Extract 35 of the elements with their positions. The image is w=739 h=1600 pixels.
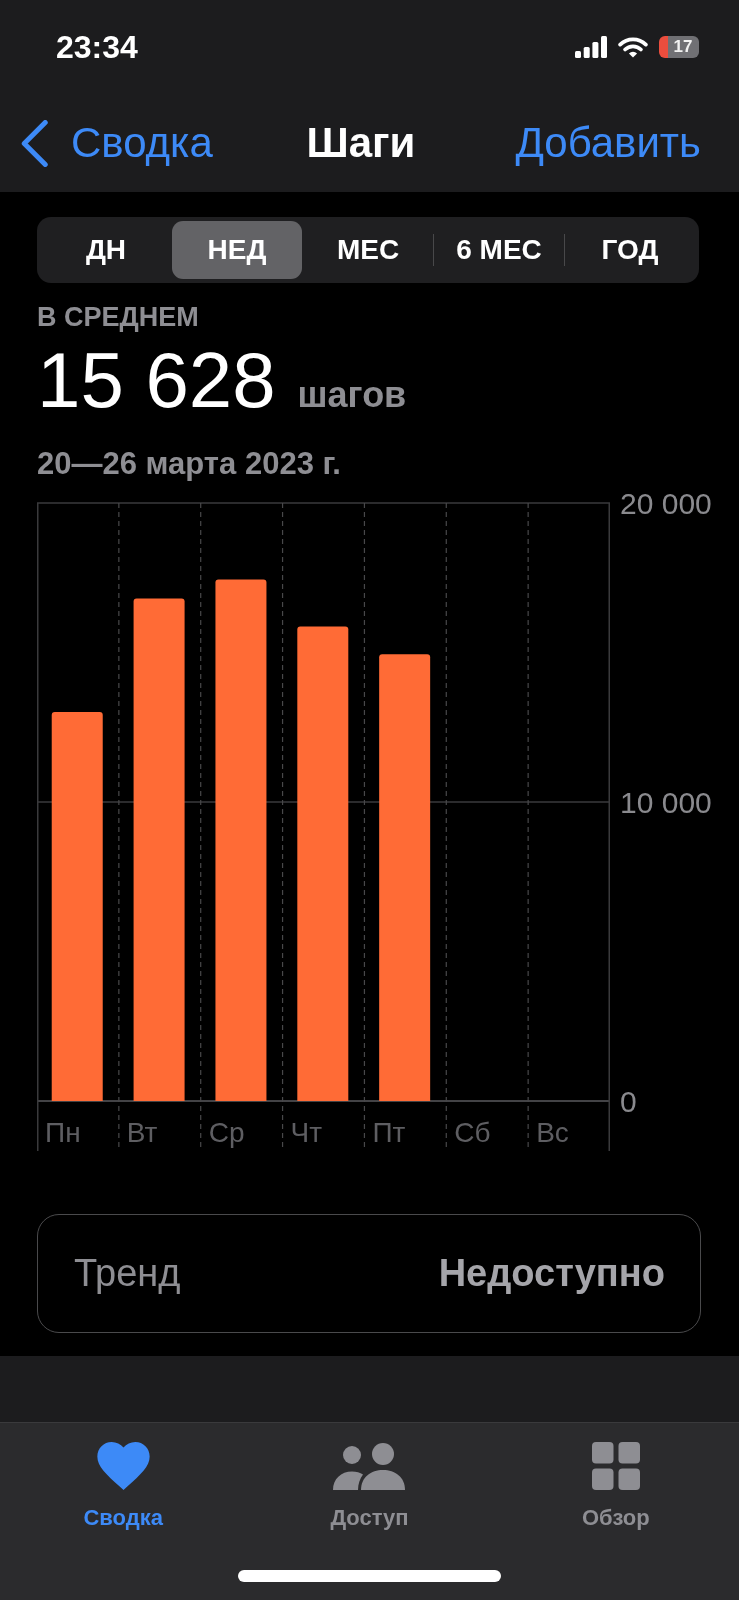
day-label: Пн [45, 1117, 81, 1148]
trend-label: Тренд [74, 1252, 181, 1295]
status-time: 23:34 [56, 28, 138, 66]
day-label: Сб [454, 1117, 491, 1148]
day-label: Вт [126, 1117, 158, 1148]
axis-label: 10 000 [620, 786, 712, 819]
signal-icon [575, 36, 607, 58]
day-label: Ср [208, 1117, 245, 1148]
day-label: Вс [536, 1117, 569, 1148]
chevron-left-icon [21, 119, 48, 167]
period-tab[interactable]: 6 МЕС [434, 221, 564, 279]
grid-icon [591, 1442, 640, 1490]
step-count: 15 628 [37, 340, 276, 420]
period-tab[interactable]: НЕД [172, 221, 302, 279]
wifi-icon [618, 36, 648, 58]
tab-bar-item[interactable]: Сводка [83, 1423, 163, 1531]
period-tab[interactable]: ГОД [565, 221, 695, 279]
tab-bar-item[interactable]: Доступ [330, 1423, 409, 1531]
steps-unit: шагов [297, 373, 407, 417]
axis-label: 0 [620, 1085, 637, 1118]
period-tab[interactable]: МЕС [303, 221, 433, 279]
screen-title: Шаги [306, 118, 416, 168]
day-label: Чт [290, 1117, 323, 1148]
battery-percentage: 17 [659, 36, 699, 58]
heart-icon [96, 1442, 150, 1490]
period-tab[interactable]: ДН [41, 221, 171, 279]
date-range: 20—26 марта 2023 г. [37, 446, 342, 482]
tab-bar-item[interactable]: Обзор [581, 1423, 650, 1531]
people-icon [333, 1442, 406, 1490]
trend-value: Недоступно [438, 1252, 665, 1295]
back-button[interactable]: Сводка [21, 118, 213, 168]
day-label: Пт [372, 1117, 406, 1148]
add-button[interactable]: Добавить [515, 118, 701, 168]
average-label: В СРЕДНЕМ [37, 301, 200, 333]
axis-label: 20 000 [620, 487, 712, 520]
